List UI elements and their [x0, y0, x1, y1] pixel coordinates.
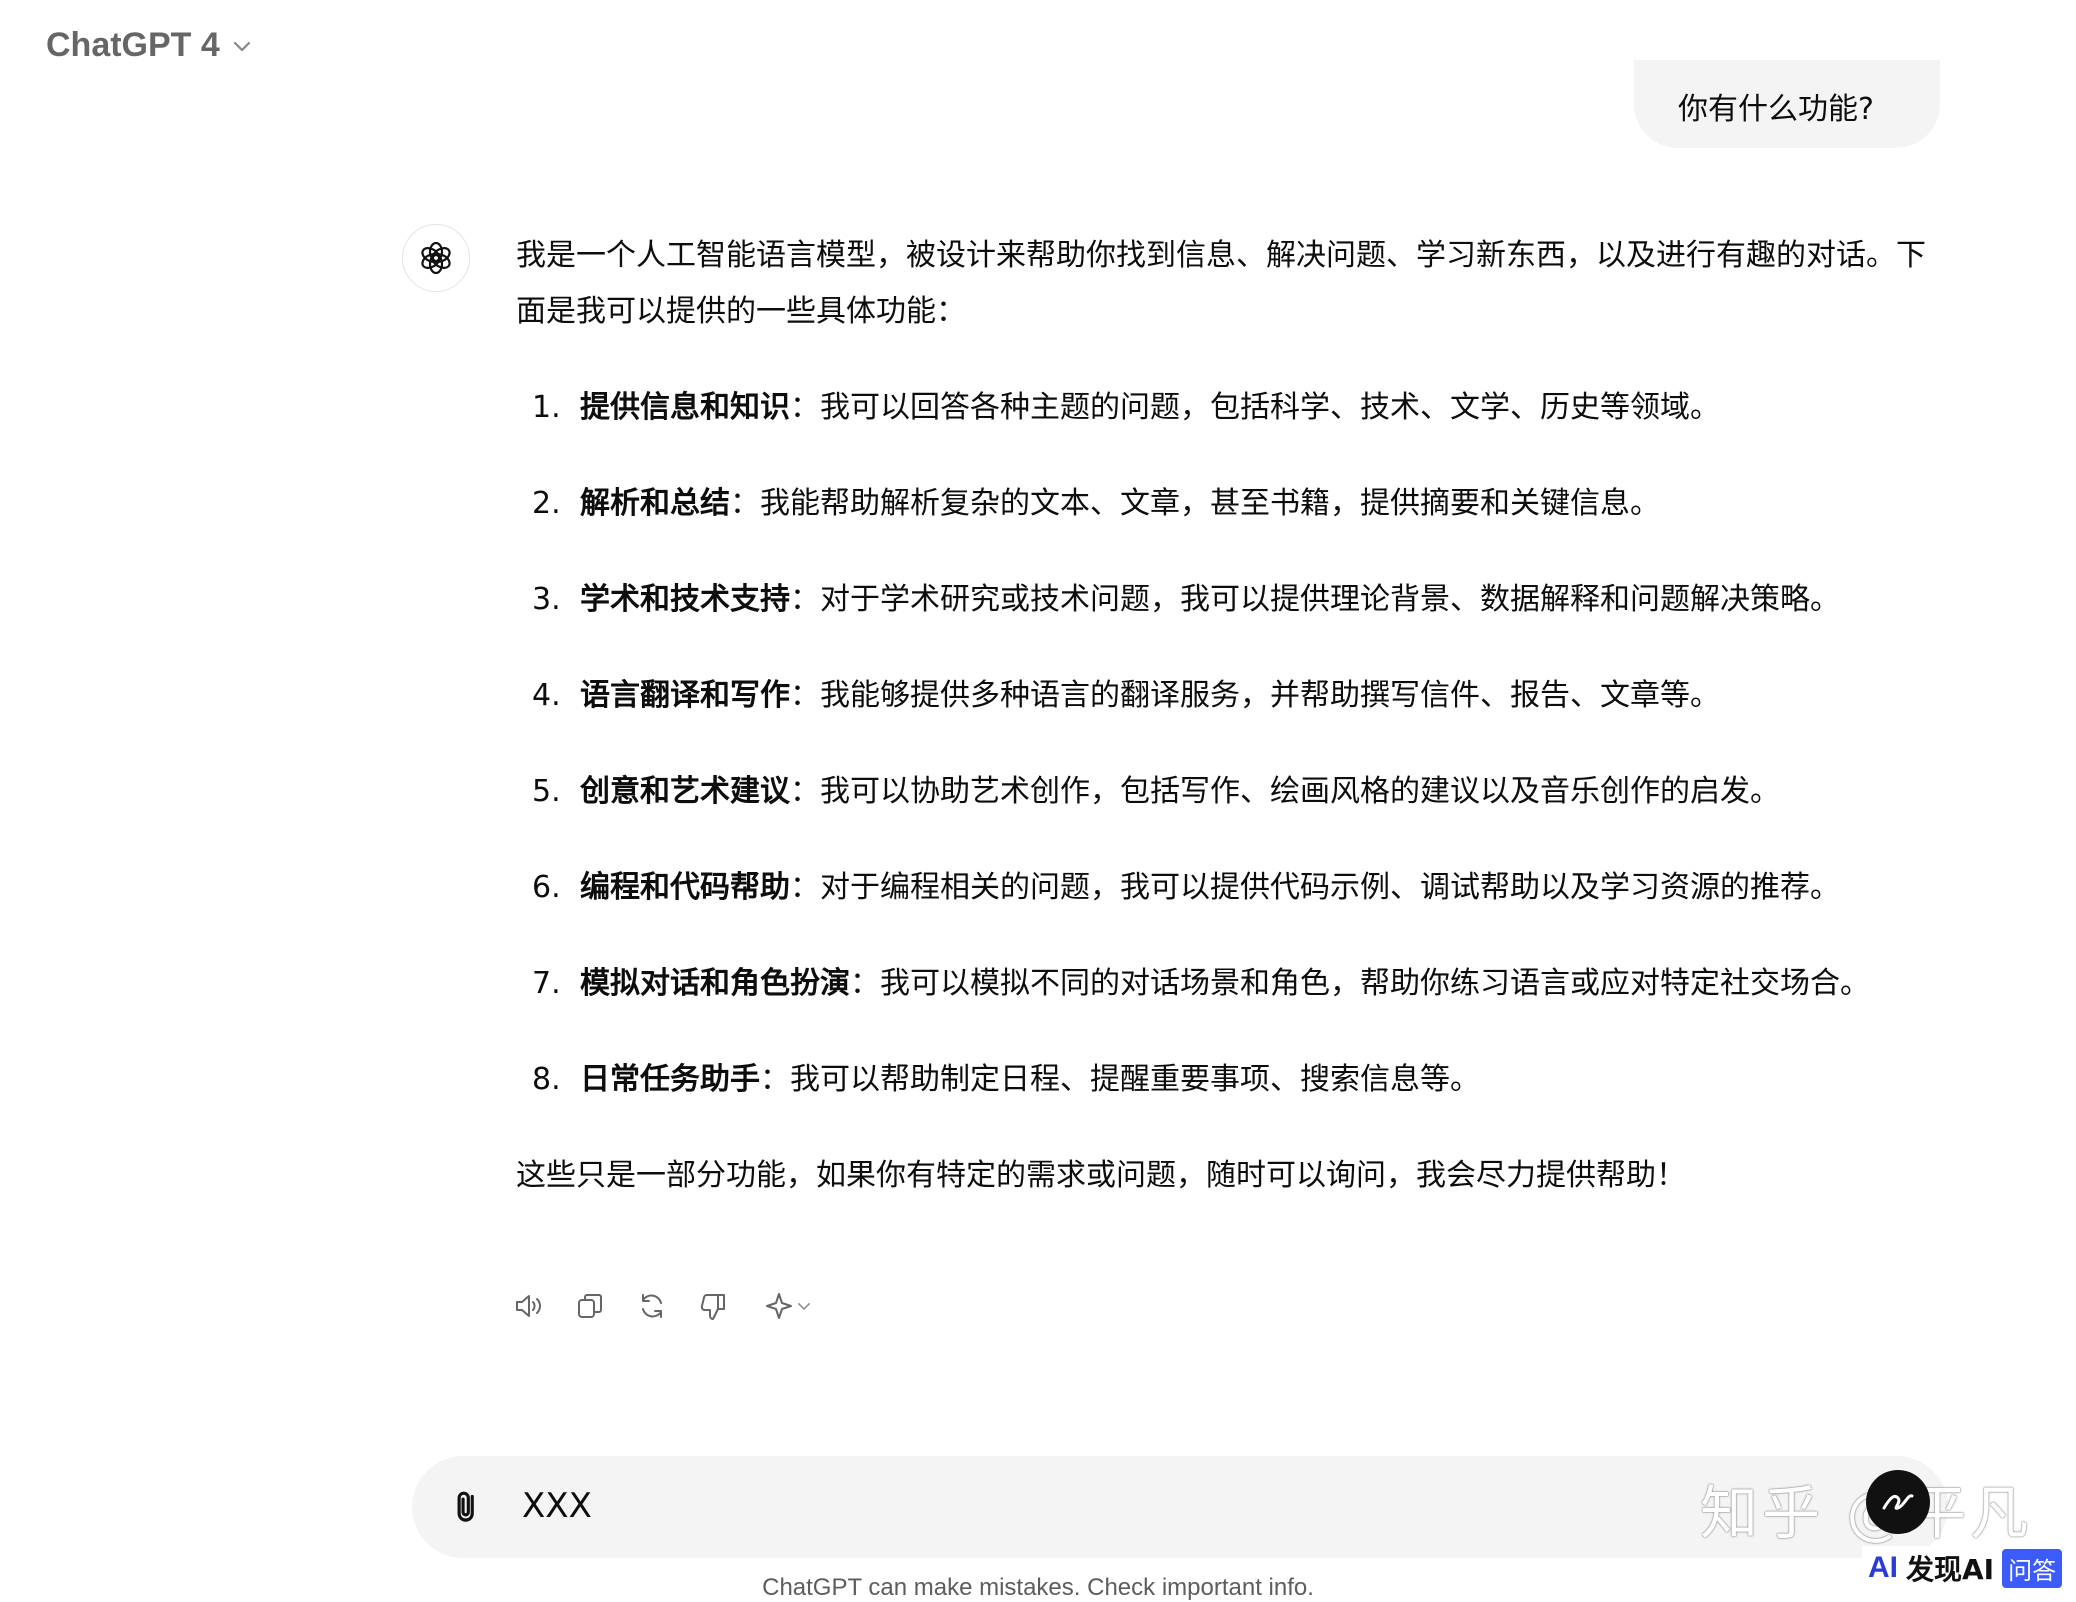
list-number: 5. — [532, 774, 561, 809]
list-number: 1. — [532, 390, 561, 425]
assistant-message: 我是一个人工智能语言模型，被设计来帮助你找到信息、解决问题、学习新东西，以及进行… — [516, 228, 1936, 1204]
copy-icon — [578, 1294, 602, 1318]
model-name: ChatGPT 4 — [46, 26, 220, 64]
list-item: 2. 解析和总结：我能帮助解析复杂的文本、文章，甚至书籍，提供摘要和关键信息。 — [516, 476, 1936, 532]
item-title: 解析和总结 — [580, 486, 730, 521]
list-item: 8. 日常任务助手：我可以帮助制定日程、提醒重要事项、搜索信息等。 — [516, 1052, 1936, 1108]
list-item: 1. 提供信息和知识：我可以回答各种主题的问题，包括科学、技术、文学、历史等领域。 — [516, 380, 1936, 436]
thumbs-down-icon — [700, 1294, 725, 1320]
disclaimer-text: ChatGPT can make mistakes. Check importa… — [762, 1574, 1314, 1601]
list-number: 7. — [532, 966, 561, 1001]
item-title: 提供信息和知识 — [580, 390, 790, 425]
list-number: 2. — [532, 486, 561, 521]
chevron-down-icon — [233, 41, 250, 51]
item-title: 模拟对话和角色扮演 — [580, 966, 850, 1001]
item-text: ：我能够提供多种语言的翻译服务，并帮助撰写信件、报告、文章等。 — [790, 678, 1720, 713]
regenerate-icon — [642, 1294, 662, 1318]
list-number: 8. — [532, 1062, 561, 1097]
badge-ai: AI — [1868, 1551, 1898, 1584]
item-text: ：我能帮助解析复杂的文本、文章，甚至书籍，提供摘要和关键信息。 — [730, 486, 1660, 521]
user-message-bubble: 你有什么功能? — [1634, 60, 1940, 148]
regenerate-button[interactable] — [634, 1288, 670, 1324]
list-item: 6. 编程和代码帮助：对于编程相关的问题，我可以提供代码示例、调试帮助以及学习资源… — [516, 860, 1936, 916]
list-number: 3. — [532, 582, 561, 617]
list-item: 3. 学术和技术支持：对于学术研究或技术问题，我可以提供理论背景、数据解释和问题解… — [516, 572, 1936, 628]
copy-button[interactable] — [572, 1288, 608, 1324]
item-text: ：我可以帮助制定日程、提醒重要事项、搜索信息等。 — [760, 1062, 1480, 1097]
user-message-text: 你有什么功能? — [1678, 92, 1874, 127]
composer-input[interactable]: XXX — [522, 1486, 592, 1526]
model-selector[interactable]: ChatGPT 4 — [46, 26, 254, 65]
item-text: ：我可以协助艺术创作，包括写作、绘画风格的建议以及音乐创作的启发。 — [790, 774, 1780, 809]
item-title: 日常任务助手 — [580, 1062, 760, 1097]
assistant-outro: 这些只是一部分功能，如果你有特定的需求或问题，随时可以询问，我会尽力提供帮助！ — [516, 1158, 1686, 1193]
item-title: 编程和代码帮助 — [580, 870, 790, 905]
paperclip-icon[interactable] — [446, 1486, 488, 1528]
item-text: ：对于编程相关的问题，我可以提供代码示例、调试帮助以及学习资源的推荐。 — [790, 870, 1840, 905]
author-avatar-watermark — [1866, 1470, 1930, 1534]
item-title: 语言翻译和写作 — [580, 678, 790, 713]
item-text: ：我可以回答各种主题的问题，包括科学、技术、文学、历史等领域。 — [790, 390, 1720, 425]
model-switch-button[interactable] — [758, 1288, 818, 1324]
read-aloud-icon — [516, 1295, 541, 1317]
thumbs-down-button[interactable] — [696, 1288, 732, 1324]
chevron-down-icon — [798, 1303, 810, 1311]
faxianai-badge: AI 发现AI 问答 — [1862, 1546, 2069, 1590]
list-number: 4. — [532, 678, 561, 713]
signature-icon — [1882, 1494, 1914, 1510]
sparkle-model-icon — [766, 1293, 792, 1319]
feature-list: 1. 提供信息和知识：我可以回答各种主题的问题，包括科学、技术、文学、历史等领域。… — [516, 380, 1936, 1108]
list-item: 7. 模拟对话和角色扮演：我可以模拟不同的对话场景和角色，帮助你练习语言或应对特定… — [516, 956, 1936, 1012]
message-actions — [510, 1288, 818, 1324]
openai-logo-icon — [421, 241, 451, 275]
item-title: 创意和艺术建议 — [580, 774, 790, 809]
item-title: 学术和技术支持 — [580, 582, 790, 617]
list-item: 4. 语言翻译和写作：我能够提供多种语言的翻译服务，并帮助撰写信件、报告、文章等。 — [516, 668, 1936, 724]
badge-qa: 问答 — [2002, 1548, 2063, 1588]
badge-brand: 发现AI — [1906, 1553, 1995, 1586]
assistant-avatar — [402, 224, 470, 292]
list-item: 5. 创意和艺术建议：我可以协助艺术创作，包括写作、绘画风格的建议以及音乐创作的启… — [516, 764, 1936, 820]
assistant-intro: 我是一个人工智能语言模型，被设计来帮助你找到信息、解决问题、学习新东西，以及进行… — [516, 238, 1926, 329]
read-aloud-button[interactable] — [510, 1288, 546, 1324]
list-number: 6. — [532, 870, 561, 905]
item-text: ：我可以模拟不同的对话场景和角色，帮助你练习语言或应对特定社交场合。 — [850, 966, 1870, 1001]
item-text: ：对于学术研究或技术问题，我可以提供理论背景、数据解释和问题解决策略。 — [790, 582, 1840, 617]
